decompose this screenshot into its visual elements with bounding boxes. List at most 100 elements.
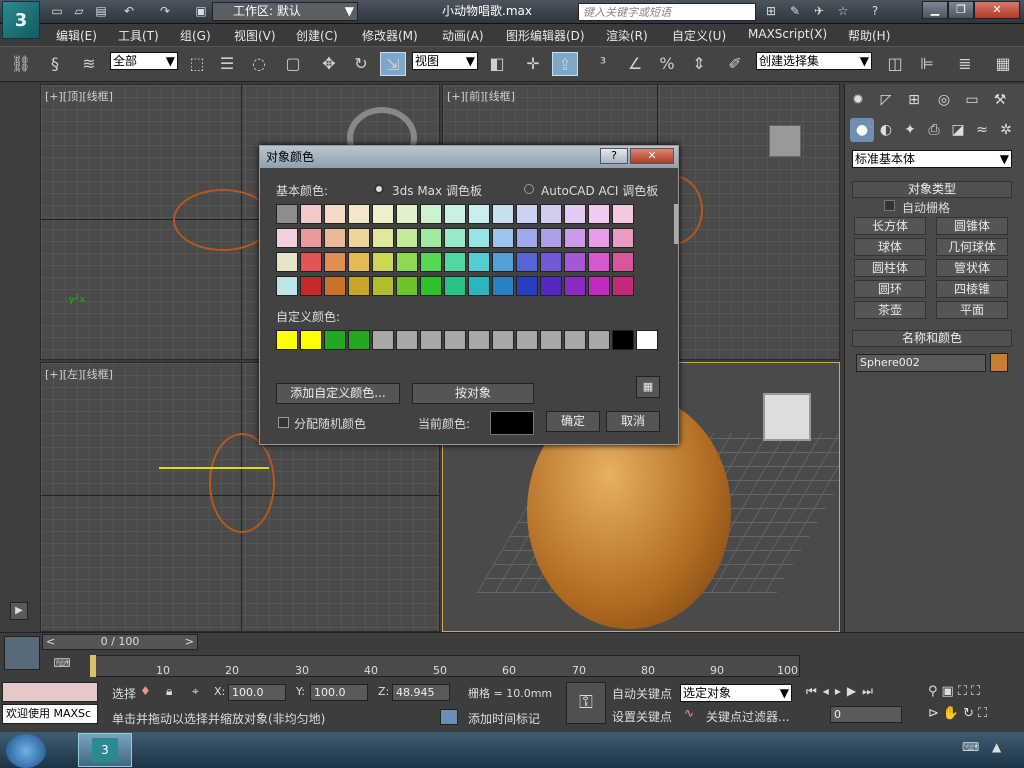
color-swatch[interactable] — [324, 276, 346, 296]
custom-color-swatch[interactable] — [372, 330, 394, 350]
cameras-icon[interactable]: ⎙ — [922, 118, 946, 142]
close-button[interactable]: ✕ — [974, 1, 1020, 19]
viewport-front-label[interactable]: [+][前][线框] — [447, 88, 515, 104]
viewport-top-label[interactable]: [+][顶][线框] — [45, 88, 113, 104]
pyramid-button[interactable]: 四棱锥 — [936, 280, 1008, 298]
menu-animation[interactable]: 动画(A) — [442, 27, 484, 44]
color-swatch[interactable] — [588, 252, 610, 272]
project-folder-icon[interactable]: ▣ — [192, 3, 210, 20]
current-frame-field[interactable]: 0 — [830, 706, 902, 723]
color-swatch[interactable] — [540, 252, 562, 272]
utilities-tab-icon[interactable]: ⚒ — [988, 88, 1012, 112]
favorites-star-icon[interactable]: ☆ — [834, 3, 852, 20]
tray-arrow-icon[interactable]: ▲ — [992, 740, 1001, 754]
motion-tab-icon[interactable]: ◎ — [932, 88, 956, 112]
color-swatch[interactable] — [564, 204, 586, 224]
color-swatch[interactable] — [468, 276, 490, 296]
color-swatch[interactable] — [612, 228, 634, 248]
color-swatch[interactable] — [564, 228, 586, 248]
color-swatch[interactable] — [396, 276, 418, 296]
custom-color-swatch[interactable] — [300, 330, 322, 350]
custom-color-swatch[interactable] — [516, 330, 538, 350]
color-swatch[interactable] — [540, 276, 562, 296]
maxscript-listener-pink[interactable] — [2, 682, 98, 702]
color-swatch[interactable] — [420, 228, 442, 248]
color-swatch[interactable] — [396, 228, 418, 248]
helpers-icon[interactable]: ◪ — [946, 118, 970, 142]
edit-named-selection-icon[interactable]: ✐ — [722, 52, 748, 76]
start-button-icon[interactable] — [6, 734, 46, 768]
unlink-icon[interactable]: § — [42, 52, 68, 76]
color-clipboard-icon[interactable]: ▦ — [636, 376, 660, 398]
color-swatch[interactable] — [612, 252, 634, 272]
cancel-button[interactable]: 取消 — [606, 411, 660, 432]
color-swatch[interactable] — [540, 228, 562, 248]
select-by-name-icon[interactable]: ☰ — [214, 52, 240, 76]
teapot-button[interactable]: 茶壶 — [854, 301, 926, 319]
search-input[interactable]: 键入关键字或短语 — [578, 3, 756, 21]
playback-controls[interactable]: ⏮◂▸▶⏭ — [806, 684, 879, 699]
color-swatch[interactable] — [612, 204, 634, 224]
color-swatch[interactable] — [276, 204, 298, 224]
color-swatch[interactable] — [324, 204, 346, 224]
object-type-rollout[interactable]: 对象类型 — [852, 181, 1012, 198]
named-selection-dropdown[interactable]: 创建选择集 ▼ — [756, 52, 872, 70]
color-swatch[interactable] — [468, 252, 490, 272]
custom-color-swatch[interactable] — [276, 330, 298, 350]
object-name-field[interactable]: Sphere002 — [856, 354, 986, 372]
modify-tab-icon[interactable]: ◸ — [874, 88, 898, 112]
menu-tools[interactable]: 工具(T) — [118, 27, 159, 44]
color-swatch[interactable] — [420, 252, 442, 272]
menu-modifiers[interactable]: 修改器(M) — [362, 27, 418, 44]
dialog-help-button[interactable]: ? — [600, 148, 628, 164]
color-swatch[interactable] — [276, 252, 298, 272]
lock-selection-icon[interactable]: 🔒︎ — [166, 684, 172, 699]
object-color-swatch[interactable] — [990, 353, 1008, 372]
undo-icon[interactable]: ↶ — [120, 3, 138, 20]
viewcube-perspective[interactable] — [763, 393, 811, 441]
open-file-icon[interactable]: ▱ — [70, 3, 88, 20]
color-swatch[interactable] — [516, 276, 538, 296]
cylinder-button[interactable]: 圆柱体 — [854, 259, 926, 277]
custom-color-swatch[interactable] — [612, 330, 634, 350]
display-tab-icon[interactable]: ▭ — [960, 88, 984, 112]
add-time-tag[interactable]: 添加时间标记 — [468, 710, 540, 727]
color-swatch[interactable] — [300, 204, 322, 224]
z-coordinate-field[interactable]: 48.945 — [392, 684, 450, 701]
color-swatch[interactable] — [444, 228, 466, 248]
geometry-icon[interactable]: ● — [850, 118, 874, 142]
geosphere-button[interactable]: 几何球体 — [936, 238, 1008, 256]
color-swatch[interactable] — [588, 204, 610, 224]
menu-edit[interactable]: 编辑(E) — [56, 27, 97, 44]
custom-color-swatch[interactable] — [444, 330, 466, 350]
by-object-button[interactable]: 按对象 — [412, 383, 534, 404]
curve-icon[interactable]: ∿ — [684, 706, 694, 720]
cone-button[interactable]: 圆锥体 — [936, 217, 1008, 235]
box-button[interactable]: 长方体 — [854, 217, 926, 235]
color-swatch[interactable] — [300, 228, 322, 248]
select-manipulate-icon[interactable]: ✛ — [520, 52, 546, 76]
custom-color-swatch[interactable] — [348, 330, 370, 350]
custom-color-swatch[interactable] — [420, 330, 442, 350]
color-swatch[interactable] — [444, 276, 466, 296]
maximize-button[interactable]: ❐ — [948, 1, 974, 19]
time-tag-icon[interactable] — [440, 709, 458, 725]
reference-coord-dropdown[interactable]: 视图 ▼ — [412, 52, 478, 70]
tube-button[interactable]: 管状体 — [936, 259, 1008, 277]
mirror-icon[interactable]: ◫ — [882, 52, 908, 76]
scale-icon[interactable]: ⇲ — [380, 52, 406, 76]
color-swatch[interactable] — [516, 228, 538, 248]
custom-color-swatch[interactable] — [468, 330, 490, 350]
color-swatch[interactable] — [564, 252, 586, 272]
color-swatch[interactable] — [612, 276, 634, 296]
x-coordinate-field[interactable]: 100.0 — [228, 684, 286, 701]
set-key-icon[interactable]: ⚿ — [566, 682, 606, 724]
workspace-dropdown[interactable]: 工作区: 默认 ▼ — [212, 2, 358, 21]
custom-color-swatch[interactable] — [588, 330, 610, 350]
menu-group[interactable]: 组(G) — [180, 27, 211, 44]
selection-filter-dropdown[interactable]: 全部 ▼ — [110, 52, 178, 70]
custom-color-swatch[interactable] — [396, 330, 418, 350]
radio-acad-palette[interactable] — [524, 184, 534, 194]
pivot-center-icon[interactable]: ◧ — [484, 52, 510, 76]
isolate-icon[interactable]: ♦ — [140, 684, 151, 698]
